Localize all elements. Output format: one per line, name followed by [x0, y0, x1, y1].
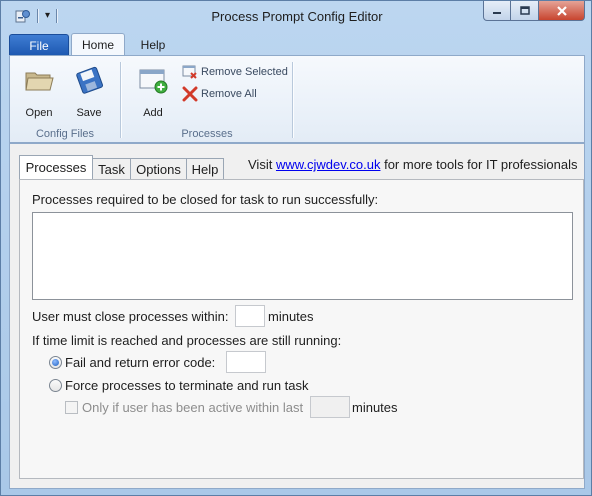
group-separator — [292, 62, 294, 138]
close-within-label: User must close processes within: — [32, 309, 229, 324]
ribbon-tab-home[interactable]: Home — [71, 33, 125, 56]
tab-help[interactable]: Help — [186, 158, 224, 179]
open-button[interactable]: Open — [18, 64, 60, 119]
fail-radio-label[interactable]: Fail and return error code: — [65, 355, 215, 370]
only-if-active-label: Only if user has been active within last — [82, 400, 304, 415]
add-label: Add — [143, 107, 163, 119]
visit-suffix: for more tools for IT professionals — [384, 157, 578, 172]
title-bar: ▾ Process Prompt Config Editor — [1, 1, 591, 33]
main-content: Processes Task Options Help Visit www.cj… — [9, 143, 585, 489]
add-button[interactable]: Add — [132, 64, 174, 119]
remove-selected-label: Remove Selected — [201, 66, 288, 78]
folder-icon — [25, 72, 54, 91]
ribbon-tab-help[interactable]: Help — [125, 34, 181, 56]
fail-radio[interactable] — [49, 356, 62, 369]
remove-all-label: Remove All — [201, 88, 257, 100]
add-window-icon — [139, 69, 168, 94]
processes-group-label: Processes — [181, 128, 233, 140]
close-button[interactable] — [539, 1, 585, 21]
force-terminate-label[interactable]: Force processes to terminate and run tas… — [65, 378, 309, 393]
app-window: ▾ Process Prompt Config Editor File Home… — [0, 0, 592, 496]
website-link[interactable]: www.cjwdev.co.uk — [276, 157, 381, 172]
close-icon — [556, 5, 567, 16]
save-label: Save — [76, 107, 102, 119]
tab-task[interactable]: Task — [92, 158, 131, 179]
ribbon-tab-file[interactable]: File — [9, 34, 69, 56]
tab-options[interactable]: Options — [130, 158, 187, 179]
only-if-active-input[interactable] — [310, 396, 350, 418]
save-button[interactable]: Save — [68, 64, 110, 119]
force-terminate-radio[interactable] — [49, 379, 62, 392]
remove-selected-button[interactable]: Remove Selected — [182, 64, 288, 80]
floppy-disk-icon — [76, 66, 104, 94]
time-limit-label: If time limit is reached and processes a… — [32, 333, 342, 348]
close-within-minutes-label: minutes — [268, 309, 314, 324]
maximize-icon — [519, 6, 530, 15]
only-if-active-minutes-label: minutes — [352, 400, 398, 415]
config-files-group: Open Save Config Files — [10, 56, 120, 142]
only-if-active-checkbox[interactable] — [65, 401, 78, 414]
minimize-icon — [493, 11, 501, 14]
ribbon-home-panel: Open Save Config Files Add Remove Select… — [9, 55, 585, 143]
processes-list-label: Processes required to be closed for task… — [32, 192, 379, 207]
maximize-button[interactable] — [511, 1, 539, 21]
remove-selected-icon — [182, 65, 197, 79]
ribbon-tabs: File Home Help — [9, 33, 181, 56]
config-files-group-label: Config Files — [35, 128, 95, 140]
open-label: Open — [25, 107, 53, 119]
processes-list[interactable] — [32, 212, 573, 300]
processes-group: Add Remove Selected Remove All Processes — [122, 56, 292, 142]
visit-banner: Visit www.cjwdev.co.uk for more tools fo… — [248, 157, 578, 172]
close-within-input[interactable] — [235, 305, 265, 327]
tab-processes[interactable]: Processes — [19, 155, 93, 179]
config-tabs: Processes Task Options Help — [19, 155, 224, 179]
visit-prefix: Visit — [248, 157, 273, 172]
remove-all-button[interactable]: Remove All — [182, 86, 257, 102]
error-code-input[interactable] — [226, 351, 266, 373]
red-x-icon — [182, 86, 198, 102]
caption-buttons — [483, 1, 585, 21]
minimize-button[interactable] — [483, 1, 511, 21]
processes-tab-panel: Processes required to be closed for task… — [19, 179, 584, 479]
